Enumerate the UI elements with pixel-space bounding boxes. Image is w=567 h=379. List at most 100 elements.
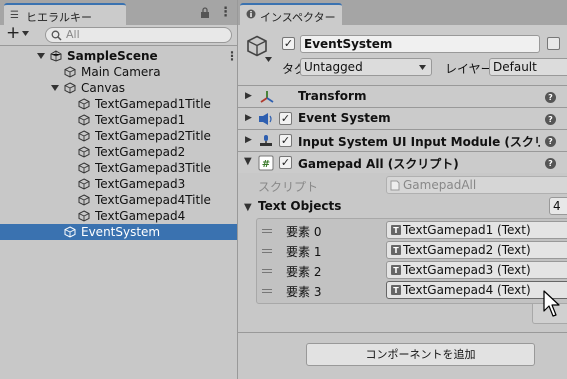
chevron-down-icon xyxy=(419,65,426,70)
layer-dropdown[interactable]: Default xyxy=(489,58,567,76)
hierarchy-row-label: Main Camera xyxy=(81,65,161,79)
add-dropdown-icon[interactable] xyxy=(22,31,29,36)
script-file-icon xyxy=(390,180,400,191)
fold-arrow-icon[interactable]: ▶ xyxy=(245,91,252,101)
object-reference-field[interactable]: T TextGamepad4 (Text) xyxy=(386,281,567,299)
component-gamepad-all[interactable]: ▼ # ✓ Gamepad All (スクリプト) ? xyxy=(238,151,567,173)
text-component-icon: T xyxy=(391,285,401,295)
element-label: 要素 0 xyxy=(286,225,322,239)
list-item: 要素 3 T TextGamepad4 (Text) xyxy=(258,281,567,301)
hierarchy-row[interactable]: TextGamepad2 xyxy=(0,144,237,160)
hierarchy-scene-row[interactable]: SampleScene ⋮ xyxy=(0,48,238,64)
help-icon[interactable]: ? xyxy=(545,136,556,147)
gameobject-icon xyxy=(78,178,90,190)
inspector-panel: インスペクター ✓ EventSystem タグ Untagged レイヤー D… xyxy=(237,0,567,379)
gameobject-icon xyxy=(78,194,90,206)
search-icon xyxy=(51,30,62,41)
component-name: Event System xyxy=(298,111,391,125)
gameobject-large-icon[interactable] xyxy=(246,35,268,57)
list-item: 要素 2 T TextGamepad3 (Text) xyxy=(258,261,567,281)
drag-handle-icon[interactable] xyxy=(262,249,272,253)
gameobject-icon xyxy=(78,114,90,126)
tab-hierarchy[interactable]: ☰ ヒエラルキー xyxy=(4,3,126,25)
help-icon[interactable]: ? xyxy=(545,158,556,169)
list-size-field[interactable]: 4 xyxy=(549,197,567,215)
scene-label: SampleScene xyxy=(67,49,158,63)
icon-dropdown-icon[interactable] xyxy=(265,57,272,62)
gameobject-icon xyxy=(78,130,90,142)
element-value: TextGamepad1 (Text) xyxy=(403,223,531,237)
help-icon[interactable]: ? xyxy=(545,114,556,125)
hierarchy-row-label: Canvas xyxy=(81,81,126,95)
active-checkbox[interactable]: ✓ xyxy=(282,37,295,50)
list-item: 要素 0 T TextGamepad1 (Text) xyxy=(258,221,567,241)
fold-arrow-icon[interactable]: ▶ xyxy=(245,135,252,145)
hierarchy-row[interactable]: TextGamepad3Title xyxy=(0,160,237,176)
hierarchy-row-label: TextGamepad4Title xyxy=(95,193,211,207)
object-reference-field[interactable]: T TextGamepad2 (Text) xyxy=(386,241,567,259)
add-component-button[interactable]: コンポーネントを追加 xyxy=(306,343,535,366)
event-system-icon xyxy=(258,111,274,127)
element-value: TextGamepad2 (Text) xyxy=(403,243,531,257)
tab-inspector[interactable]: インスペクター xyxy=(240,3,342,25)
hierarchy-row[interactable]: TextGamepad4 xyxy=(0,208,237,224)
static-checkbox[interactable] xyxy=(547,37,560,50)
expand-arrow-icon[interactable] xyxy=(37,53,45,59)
lock-icon[interactable] xyxy=(200,7,210,18)
expand-arrow-icon[interactable] xyxy=(51,85,59,91)
hierarchy-tab-label: ヒエラルキー xyxy=(26,11,92,24)
tag-dropdown[interactable]: Untagged xyxy=(300,58,432,76)
more-menu-icon[interactable]: ⋮ xyxy=(219,5,232,20)
component-enabled-checkbox[interactable]: ✓ xyxy=(279,156,292,169)
inspector-tab-label: インスペクター xyxy=(260,11,336,24)
object-name-field[interactable]: EventSystem xyxy=(300,35,540,53)
hierarchy-toolbar: + All xyxy=(0,23,237,46)
list-icon: ☰ xyxy=(10,10,19,21)
help-icon[interactable]: ? xyxy=(545,92,556,103)
info-icon xyxy=(246,9,256,19)
layer-value: Default xyxy=(493,60,537,74)
hierarchy-row[interactable]: TextGamepad1Title xyxy=(0,96,237,112)
hierarchy-row-label: TextGamepad3 xyxy=(95,177,186,191)
drag-handle-icon[interactable] xyxy=(262,289,272,293)
hierarchy-row[interactable]: Main Camera xyxy=(0,64,237,80)
hierarchy-row[interactable]: TextGamepad3 xyxy=(0,176,237,192)
search-input[interactable]: All xyxy=(45,27,232,43)
svg-text:T: T xyxy=(393,286,399,295)
add-button[interactable]: + xyxy=(6,23,20,43)
script-field-label: スクリプト xyxy=(258,180,319,194)
component-enabled-checkbox[interactable]: ✓ xyxy=(279,112,292,125)
search-placeholder: All xyxy=(66,28,80,41)
component-enabled-checkbox[interactable]: ✓ xyxy=(279,134,292,147)
hierarchy-row-label: TextGamepad2Title xyxy=(95,129,211,143)
script-icon: # xyxy=(258,155,274,171)
hierarchy-row[interactable]: TextGamepad2Title xyxy=(0,128,237,144)
element-value: TextGamepad4 (Text) xyxy=(403,283,531,297)
list-item: 要素 1 T TextGamepad2 (Text) xyxy=(258,241,567,261)
object-reference-field[interactable]: T TextGamepad3 (Text) xyxy=(386,261,567,279)
element-label: 要素 2 xyxy=(286,265,322,279)
drag-handle-icon[interactable] xyxy=(262,229,272,233)
component-name: Transform xyxy=(298,89,367,103)
element-label: 要素 1 xyxy=(286,245,322,259)
component-transform[interactable]: ▶ Transform ? xyxy=(238,85,567,107)
hierarchy-row-selected[interactable]: EventSystem xyxy=(0,224,237,240)
list-fold-arrow-icon[interactable]: ▼ xyxy=(244,202,252,213)
hierarchy-row[interactable]: Canvas xyxy=(0,80,237,96)
hierarchy-row-label: TextGamepad4 xyxy=(95,209,186,223)
hierarchy-row[interactable]: TextGamepad1 xyxy=(0,112,237,128)
layer-label: レイヤー xyxy=(445,62,493,76)
drag-handle-icon[interactable] xyxy=(262,269,272,273)
object-header: ✓ EventSystem タグ Untagged レイヤー Default xyxy=(238,25,567,85)
element-label: 要素 3 xyxy=(286,285,322,299)
hierarchy-row[interactable]: TextGamepad4Title xyxy=(0,192,237,208)
svg-text:T: T xyxy=(393,246,399,255)
gameobject-icon xyxy=(78,162,90,174)
svg-text:#: # xyxy=(262,159,270,170)
component-input-module[interactable]: ▶ ✓ Input System UI Input Module (スクリプ ? xyxy=(238,129,567,151)
fold-arrow-expanded-icon[interactable]: ▼ xyxy=(244,156,252,167)
object-reference-field[interactable]: T TextGamepad1 (Text) xyxy=(386,221,567,239)
fold-arrow-icon[interactable]: ▶ xyxy=(245,113,252,123)
component-event-system[interactable]: ▶ ✓ Event System ? xyxy=(238,107,567,129)
gameobject-icon xyxy=(64,66,76,78)
